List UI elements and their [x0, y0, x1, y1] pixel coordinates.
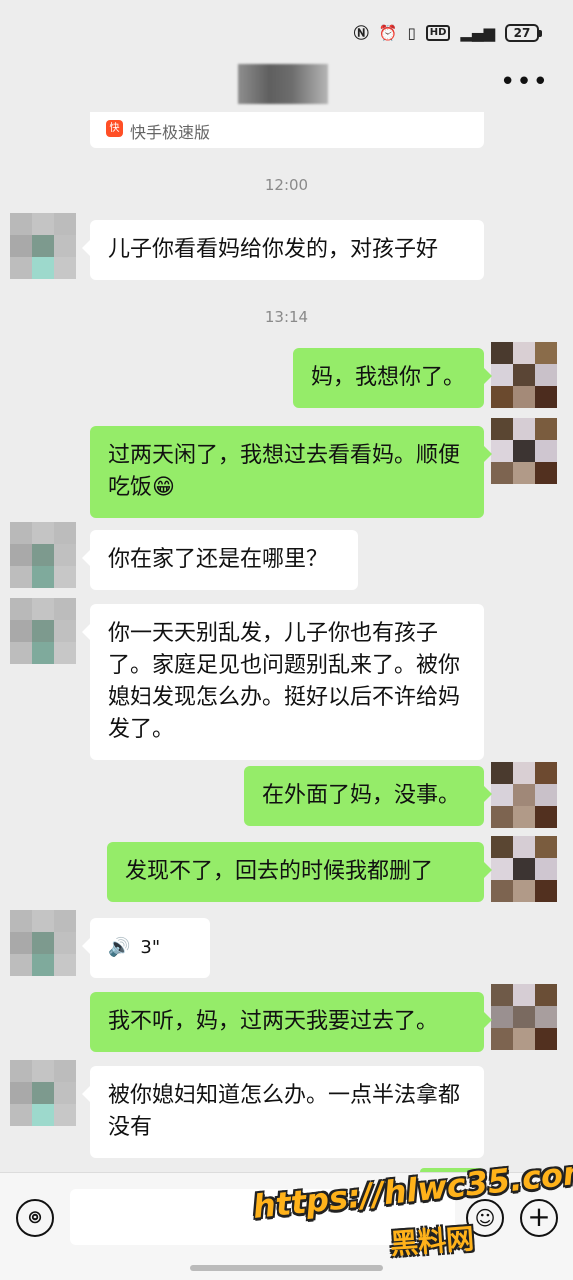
contact-avatar[interactable] [10, 213, 76, 279]
status-bar: Ⓝ ⏰ ▯ HD ▂▄▆ 27 [0, 0, 573, 60]
voice-message-bubble[interactable]: 🔊 3" [82, 918, 210, 978]
contact-avatar[interactable] [10, 522, 76, 588]
battery-icon: 27 [505, 23, 542, 42]
message-bubble-outgoing[interactable]: 在外面了妈，没事。 [244, 766, 492, 826]
self-avatar[interactable] [491, 836, 557, 902]
contact-name-blurred [238, 64, 328, 104]
timestamp: 12:00 [264, 176, 309, 194]
message-bubble-incoming[interactable]: 你一天天别乱发，儿子你也有孩子了。家庭足见也问题别乱来了。被你媳妇发现怎么办。挺… [82, 604, 484, 760]
self-avatar[interactable] [491, 984, 557, 1050]
status-icons: Ⓝ ⏰ ▯ HD ▂▄▆ 27 [353, 22, 542, 43]
vibrate-icon: ▯ [407, 23, 416, 42]
message-bubble-incoming[interactable]: 你在家了还是在哪里？ [82, 530, 358, 590]
self-avatar[interactable] [491, 342, 557, 408]
voice-duration: 3" [140, 937, 161, 958]
voice-wave-icon: 🔊 [108, 937, 131, 958]
alarm-icon: ⏰ [378, 23, 398, 42]
self-avatar[interactable] [491, 418, 557, 484]
message-bubble-incoming[interactable]: 被你媳妇知道怎么办。一点半法拿都没有 [82, 1066, 484, 1158]
shared-card-source: 快手极速版 [130, 123, 211, 142]
voice-input-button[interactable]: ⦾ [16, 1199, 54, 1237]
more-actions-button[interactable]: + [520, 1199, 558, 1237]
more-options-button[interactable]: ••• [500, 69, 549, 95]
kuaishou-app-icon: 快 [106, 120, 123, 137]
watermark-site-name: 黑料网 [389, 1222, 476, 1261]
message-bubble-outgoing[interactable]: 过两天闲了，我想过去看看妈。顺便吃饭😁 [90, 426, 492, 518]
message-bubble-outgoing[interactable]: 妈，我想你了。 [293, 348, 492, 408]
timestamp: 13:14 [264, 308, 309, 326]
shared-video-card[interactable]: 快 快手极速版 [90, 112, 484, 148]
chat-header: ••• [0, 60, 573, 112]
5g-signal-icon: ▂▄▆ [460, 23, 495, 42]
home-indicator[interactable] [190, 1265, 383, 1271]
nfc-icon: Ⓝ [353, 24, 369, 42]
message-bubble-outgoing[interactable]: 我不听，妈，过两天我要过去了。 [90, 992, 492, 1052]
chat-message-list[interactable]: 快 快手极速版 12:00 儿子你看看妈给你发的，对孩子好 13:14 妈，我想… [0, 112, 573, 1172]
message-bubble-outgoing[interactable]: 发现不了，回去的时候我都删了 [107, 842, 492, 902]
contact-avatar[interactable] [10, 1060, 76, 1126]
message-bubble-incoming[interactable]: 儿子你看看妈给你发的，对孩子好 [82, 220, 484, 280]
hd-icon: HD [425, 24, 451, 41]
self-avatar[interactable] [491, 762, 557, 828]
contact-avatar[interactable] [10, 598, 76, 664]
contact-avatar[interactable] [10, 910, 76, 976]
